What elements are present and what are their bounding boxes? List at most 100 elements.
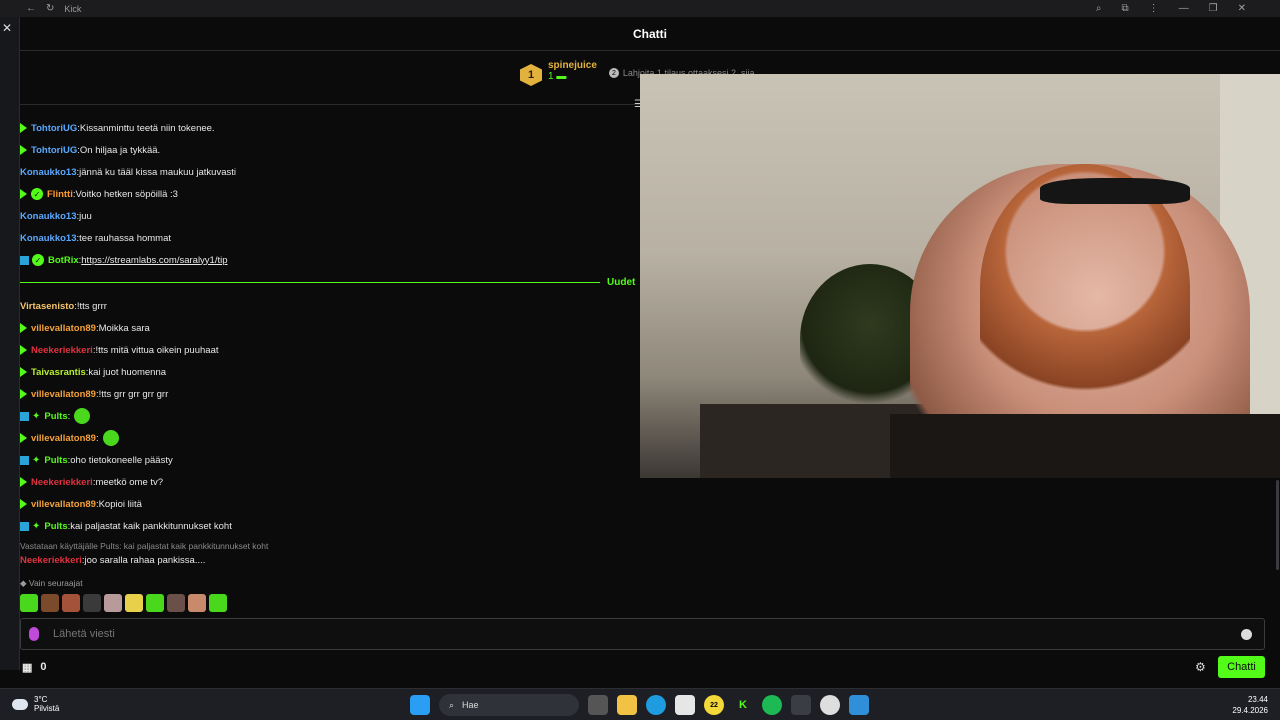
chat-footer: ▦ 0 ⚙ Chatti bbox=[20, 654, 1280, 680]
bot-badge-icon bbox=[20, 255, 29, 265]
chat-text: kai juot huomenna bbox=[88, 366, 167, 378]
search-icon: ⌕ bbox=[449, 699, 455, 710]
followers-only-notice: ◆ Vain seuraajat bbox=[20, 578, 83, 588]
bot-badge-icon bbox=[20, 455, 29, 465]
menu-dots-icon[interactable]: ⋮ bbox=[1149, 3, 1159, 14]
sub-badge-icon bbox=[20, 433, 27, 443]
chat-username[interactable]: Konaukko13 bbox=[20, 167, 77, 178]
chat-message: Konaukko13: juu bbox=[20, 209, 92, 223]
chat-username[interactable]: Virtasenisto bbox=[20, 301, 74, 312]
channel-points[interactable]: ▦ 0 bbox=[22, 661, 47, 674]
paint-icon[interactable] bbox=[849, 695, 869, 715]
message-input[interactable] bbox=[53, 628, 1241, 640]
taskbar-search[interactable]: ⌕ Hae bbox=[439, 694, 579, 716]
emote-9[interactable] bbox=[188, 594, 206, 612]
back-icon[interactable]: ← bbox=[26, 3, 36, 14]
mic-icon[interactable] bbox=[29, 627, 39, 641]
chat-username[interactable]: Flintti bbox=[47, 189, 73, 200]
video-player[interactable] bbox=[640, 74, 1280, 478]
chat-message: Taivasrantis: kai juot huomenna bbox=[20, 365, 166, 379]
chat-text: Voitko hetken söpöillä :3 bbox=[75, 188, 178, 200]
webcam-icon[interactable] bbox=[820, 695, 840, 715]
chat-message: ✓ BotRix: https://streamlabs.com/saralyy1… bbox=[20, 253, 228, 267]
store-icon[interactable] bbox=[675, 695, 695, 715]
chat-message: Neekeriekkeri: !tts mitä vittua oikein p… bbox=[20, 343, 219, 357]
chat-link[interactable]: https://streamlabs.com/saralyy1/tip bbox=[81, 255, 227, 266]
close-window-icon[interactable]: ✕ bbox=[1238, 3, 1246, 14]
file-explorer-icon[interactable] bbox=[617, 695, 637, 715]
chat-username[interactable]: villevallaton89 bbox=[31, 323, 96, 334]
chat-username[interactable]: TohtoriUG bbox=[31, 123, 77, 134]
emote-6[interactable] bbox=[125, 594, 143, 612]
chat-username[interactable]: Pults bbox=[44, 521, 67, 532]
chat-username[interactable]: BotRix bbox=[48, 255, 79, 266]
chat-username[interactable]: Neekeriekkeri bbox=[20, 555, 82, 566]
settings-gear-icon[interactable]: ⚙ bbox=[1195, 660, 1206, 674]
chat-username[interactable]: Taivasrantis bbox=[31, 367, 86, 378]
chat-message: villevallaton89: bbox=[20, 430, 119, 446]
chat-username[interactable]: villevallaton89 bbox=[31, 499, 96, 510]
scrollbar[interactable] bbox=[1276, 480, 1279, 570]
chat-username[interactable]: Neekeriekkeri bbox=[31, 477, 93, 488]
emote-1[interactable] bbox=[20, 594, 38, 612]
chat-username[interactable]: Pults bbox=[44, 455, 67, 466]
restore-icon[interactable]: ❐ bbox=[1209, 3, 1218, 14]
weather-desc: Pilvistä bbox=[34, 704, 60, 713]
chat-message: Neekeriekkeri: joo saralla rahaa pankiss… bbox=[20, 553, 205, 567]
extensions-icon[interactable]: ⧉ bbox=[1122, 3, 1129, 14]
close-panel-icon[interactable]: ✕ bbox=[2, 21, 12, 35]
task-view-icon[interactable] bbox=[588, 695, 608, 715]
browser-titlebar: ← ↻ Kick ⌕ ⧉ ⋮ — ❐ ✕ bbox=[0, 0, 1280, 17]
chat-message: villevallaton89: !tts grr grr grr grr bbox=[20, 387, 168, 401]
emote-2[interactable] bbox=[41, 594, 59, 612]
side-panel-strip: ✕ bbox=[0, 17, 20, 670]
kick-icon[interactable]: K bbox=[733, 695, 753, 715]
notifications-app-icon[interactable]: 22 bbox=[704, 695, 724, 715]
emote-8[interactable] bbox=[167, 594, 185, 612]
chat-text: juu bbox=[79, 210, 92, 222]
sub-badge-icon bbox=[20, 367, 27, 377]
emote-5[interactable] bbox=[104, 594, 122, 612]
zoom-icon[interactable]: ⌕ bbox=[1096, 3, 1102, 14]
chat-text: kai paljastat kaik pankkitunnukset koht bbox=[70, 520, 232, 532]
emote-4[interactable] bbox=[83, 594, 101, 612]
chat-text: Kopioi liitä bbox=[98, 498, 142, 510]
separator: : bbox=[95, 432, 99, 444]
sub-badge-icon bbox=[20, 345, 27, 355]
discord-icon[interactable] bbox=[791, 695, 811, 715]
emoji-icon[interactable] bbox=[1241, 628, 1252, 640]
spotify-icon[interactable] bbox=[762, 695, 782, 715]
refresh-icon[interactable]: ↻ bbox=[46, 3, 54, 14]
chat-title: Chatti bbox=[633, 26, 667, 41]
emote-icon bbox=[102, 430, 119, 446]
chat-message: Neekeriekkeri: meetkö ome tv? bbox=[20, 475, 163, 489]
chat-username[interactable]: villevallaton89 bbox=[31, 389, 96, 400]
edge-icon[interactable] bbox=[646, 695, 666, 715]
chat-username[interactable]: Neekeriekkeri bbox=[31, 345, 93, 356]
chat-username[interactable]: Konaukko13 bbox=[20, 211, 77, 222]
emote-10[interactable] bbox=[209, 594, 227, 612]
points-value: 0 bbox=[40, 661, 47, 673]
star-badge-icon: ✦ bbox=[32, 410, 41, 422]
chat-message: ✦ Pults: oho tietokoneelle päästy bbox=[20, 453, 173, 467]
emote-3[interactable] bbox=[62, 594, 80, 612]
send-chat-button[interactable]: Chatti bbox=[1218, 656, 1265, 678]
minimize-icon[interactable]: — bbox=[1179, 3, 1189, 14]
video-shirt bbox=[890, 414, 1280, 478]
chat-text: oho tietokoneelle päästy bbox=[70, 454, 173, 466]
gift-icon: ▬ bbox=[556, 71, 567, 82]
emote-bar bbox=[20, 594, 227, 612]
chat-username[interactable]: villevallaton89 bbox=[31, 433, 96, 444]
weather-widget[interactable]: 3°C Pilvistä bbox=[12, 695, 59, 713]
top-gifter-name[interactable]: spinejuice bbox=[548, 60, 597, 71]
emote-icon bbox=[74, 408, 91, 424]
emote-7[interactable] bbox=[146, 594, 164, 612]
start-icon[interactable] bbox=[410, 695, 430, 715]
verified-badge-icon: ✓ bbox=[32, 254, 44, 266]
chat-text: joo saralla rahaa pankissa.... bbox=[84, 554, 206, 566]
taskbar-clock[interactable]: 23.44 29.4.2026 bbox=[1232, 694, 1268, 716]
chat-username[interactable]: Pults bbox=[44, 411, 67, 422]
chat-username[interactable]: TohtoriUG bbox=[31, 145, 77, 156]
star-badge-icon: ✦ bbox=[32, 454, 41, 466]
chat-username[interactable]: Konaukko13 bbox=[20, 233, 77, 244]
